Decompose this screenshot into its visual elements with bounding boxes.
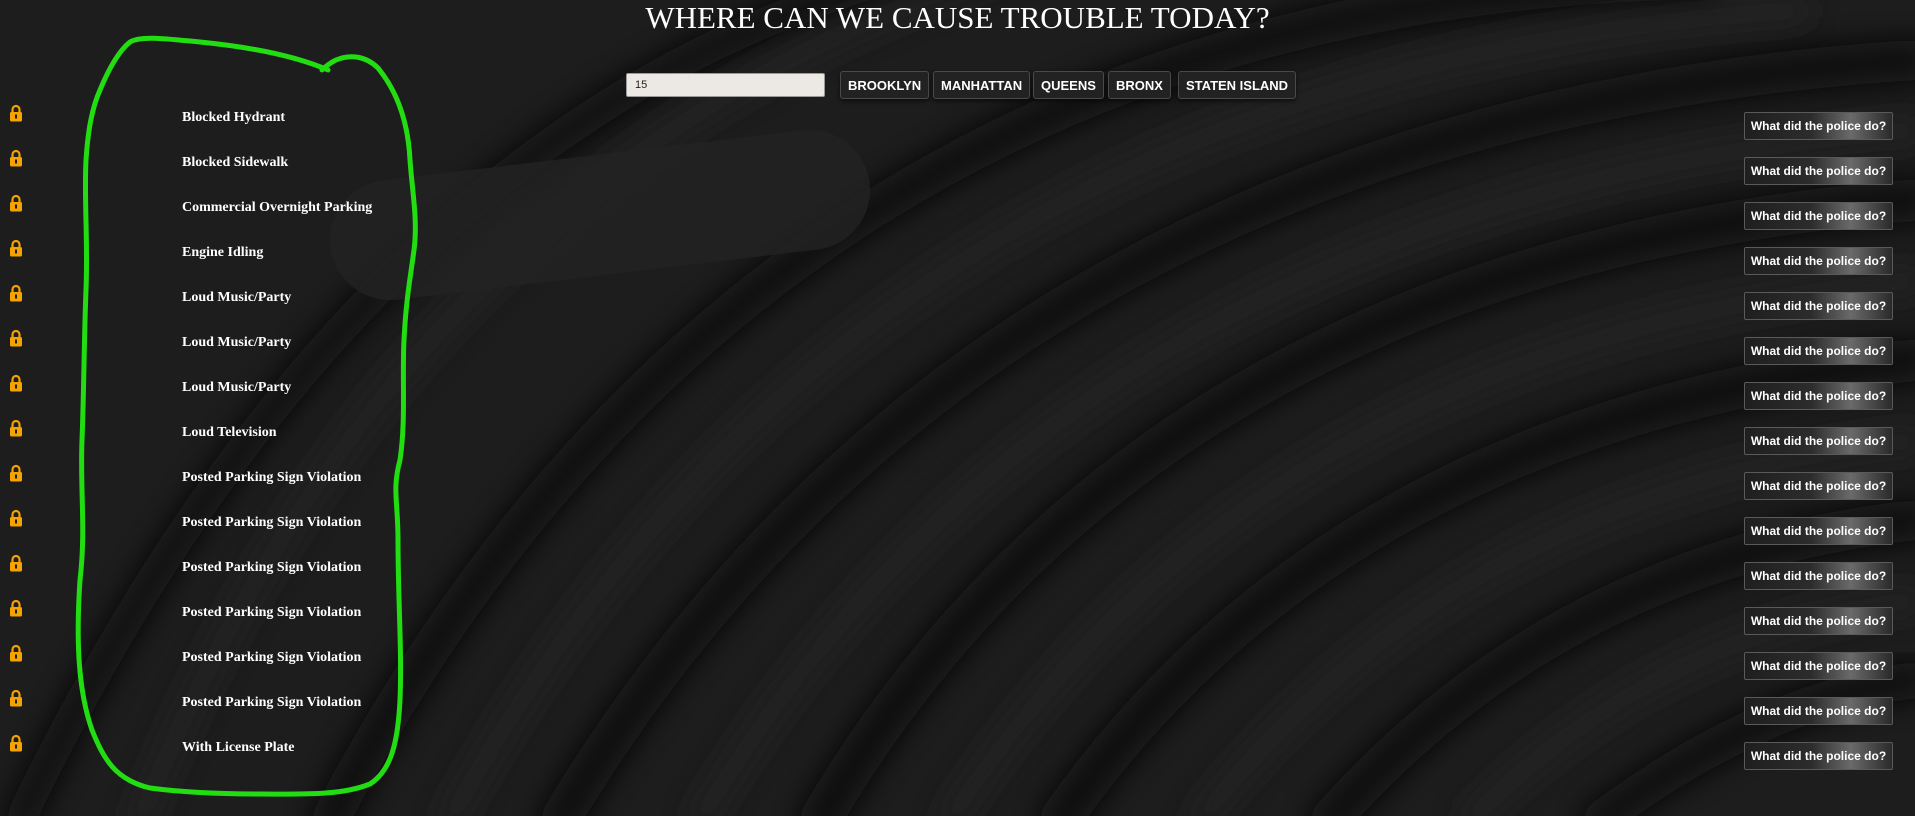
lock-icon <box>10 599 22 617</box>
police-action-button[interactable]: What did the police do? <box>1744 652 1893 680</box>
borough-button-manhattan[interactable]: MANHATTAN <box>933 71 1031 99</box>
search-input[interactable] <box>626 73 825 97</box>
lock-icon <box>10 464 22 482</box>
background-arcs <box>0 0 1915 816</box>
police-action-button[interactable]: What did the police do? <box>1744 427 1893 455</box>
police-action-button[interactable]: What did the police do? <box>1744 202 1893 230</box>
police-action-button[interactable]: What did the police do? <box>1744 382 1893 410</box>
complaint-label: Posted Parking Sign Violation <box>182 470 362 485</box>
lock-icon <box>10 509 22 527</box>
police-action-button[interactable]: What did the police do? <box>1744 337 1893 365</box>
police-action-button[interactable]: What did the police do? <box>1744 472 1893 500</box>
lock-icon <box>10 194 22 212</box>
complaint-label: Loud Music/Party <box>182 335 292 350</box>
lock-icon <box>10 644 22 662</box>
borough-button-queens[interactable]: QUEENS <box>1033 71 1104 99</box>
borough-button-brooklyn[interactable]: BROOKLYN <box>840 71 930 99</box>
complaint-label: Engine Idling <box>182 245 264 260</box>
complaint-label: Loud Music/Party <box>182 380 292 395</box>
police-action-button[interactable]: What did the police do? <box>1744 157 1893 185</box>
complaint-label: Loud Music/Party <box>182 290 292 305</box>
police-action-button[interactable]: What did the police do? <box>1744 112 1893 140</box>
police-action-button[interactable]: What did the police do? <box>1744 292 1893 320</box>
complaint-label: With License Plate <box>182 740 295 755</box>
lock-icon <box>10 374 22 392</box>
complaint-label: Blocked Hydrant <box>182 110 286 125</box>
lock-icon <box>10 149 22 167</box>
complaint-label: Posted Parking Sign Violation <box>182 695 362 710</box>
complaint-label: Posted Parking Sign Violation <box>182 650 362 665</box>
borough-button-staten-island[interactable]: STATEN ISLAND <box>1178 71 1297 99</box>
police-action-button[interactable]: What did the police do? <box>1744 607 1893 635</box>
complaint-label: Commercial Overnight Parking <box>182 200 373 215</box>
lock-icon <box>10 239 22 257</box>
police-action-button[interactable]: What did the police do? <box>1744 517 1893 545</box>
police-action-button[interactable]: What did the police do? <box>1744 742 1893 770</box>
complaint-label: Posted Parking Sign Violation <box>182 605 362 620</box>
lock-icon <box>10 284 22 302</box>
lock-icon <box>10 734 22 752</box>
police-action-button[interactable]: What did the police do? <box>1744 247 1893 275</box>
police-action-button[interactable]: What did the police do? <box>1744 697 1893 725</box>
complaint-label: Blocked Sidewalk <box>182 155 289 170</box>
complaint-label: Loud Television <box>182 425 277 440</box>
lock-icon <box>10 554 22 572</box>
lock-icon <box>10 419 22 437</box>
complaint-label: Posted Parking Sign Violation <box>182 515 362 530</box>
complaint-label: Posted Parking Sign Violation <box>182 560 362 575</box>
lock-icon <box>10 329 22 347</box>
lock-icon <box>10 104 22 122</box>
police-action-button[interactable]: What did the police do? <box>1744 562 1893 590</box>
borough-button-bronx[interactable]: BRONX <box>1108 71 1171 99</box>
page-title: WHERE CAN WE CAUSE TROUBLE TODAY? <box>645 0 1270 35</box>
lock-icon <box>10 689 22 707</box>
